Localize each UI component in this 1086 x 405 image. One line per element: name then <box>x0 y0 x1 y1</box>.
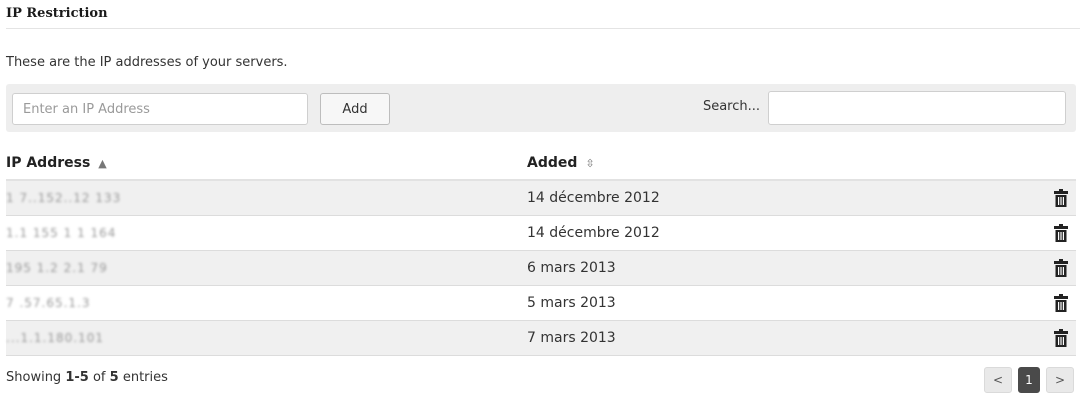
info-entries: entries <box>122 370 168 385</box>
prev-page-button[interactable]: < <box>984 367 1012 393</box>
ip-cell: 1 7..152..12 133 <box>6 191 122 205</box>
trash-icon[interactable] <box>1054 259 1068 277</box>
sort-both-icon: ⇳ <box>585 157 595 170</box>
table-header: IP Address ▲ Added ⇳ <box>6 146 1076 181</box>
ip-cell: 1.1 155 1 1 164 <box>6 226 117 240</box>
sort-asc-icon: ▲ <box>98 157 107 170</box>
column-header-added-label: Added <box>527 155 578 171</box>
table-row: 1 7..152..12 133 14 décembre 2012 <box>6 181 1076 216</box>
info-showing: Showing <box>6 370 62 385</box>
trash-icon[interactable] <box>1054 329 1068 347</box>
column-header-added[interactable]: Added ⇳ <box>527 155 595 171</box>
trash-icon[interactable] <box>1054 189 1068 207</box>
title-divider <box>6 28 1080 29</box>
table-row: ...1.1.180.101 7 mars 2013 <box>6 321 1076 356</box>
next-page-button[interactable]: > <box>1046 367 1074 393</box>
ip-address-input[interactable] <box>12 93 308 125</box>
trash-icon[interactable] <box>1054 294 1068 312</box>
info-total: 5 <box>109 370 119 385</box>
ip-table: IP Address ▲ Added ⇳ 1 7..152..12 133 14 d… <box>6 146 1076 356</box>
added-cell: 6 mars 2013 <box>527 260 616 276</box>
table-row: 195 1.2 2.1 79 6 mars 2013 <box>6 251 1076 286</box>
ip-cell: 195 1.2 2.1 79 <box>6 261 108 275</box>
ip-toolbar: Add Search... <box>6 84 1076 132</box>
pagination: < 1 > <box>984 367 1074 393</box>
added-cell: 5 mars 2013 <box>527 295 616 311</box>
column-header-ip-label: IP Address <box>6 155 91 171</box>
table-row: 1.1 155 1 1 164 14 décembre 2012 <box>6 216 1076 251</box>
added-cell: 14 décembre 2012 <box>527 190 660 206</box>
added-cell: 7 mars 2013 <box>527 330 616 346</box>
column-header-ip[interactable]: IP Address ▲ <box>6 155 107 171</box>
intro-text: These are the IP addresses of your serve… <box>6 55 288 70</box>
page-button-current[interactable]: 1 <box>1018 367 1040 393</box>
ip-cell: ...1.1.180.101 <box>6 331 104 345</box>
search-label: Search... <box>702 99 760 114</box>
info-range: 1-5 <box>65 370 89 385</box>
search-input[interactable] <box>768 91 1066 125</box>
table-body: 1 7..152..12 133 14 décembre 2012 1.1 15… <box>6 181 1076 356</box>
added-cell: 14 décembre 2012 <box>527 225 660 241</box>
ip-cell: 7 .57.65.1.3 <box>6 296 91 310</box>
section-title: IP Restriction <box>6 6 108 21</box>
trash-icon[interactable] <box>1054 224 1068 242</box>
info-of: of <box>92 370 106 385</box>
table-info: Showing 1-5 of 5 entries <box>6 370 168 385</box>
add-button[interactable]: Add <box>320 93 390 125</box>
table-row: 7 .57.65.1.3 5 mars 2013 <box>6 286 1076 321</box>
